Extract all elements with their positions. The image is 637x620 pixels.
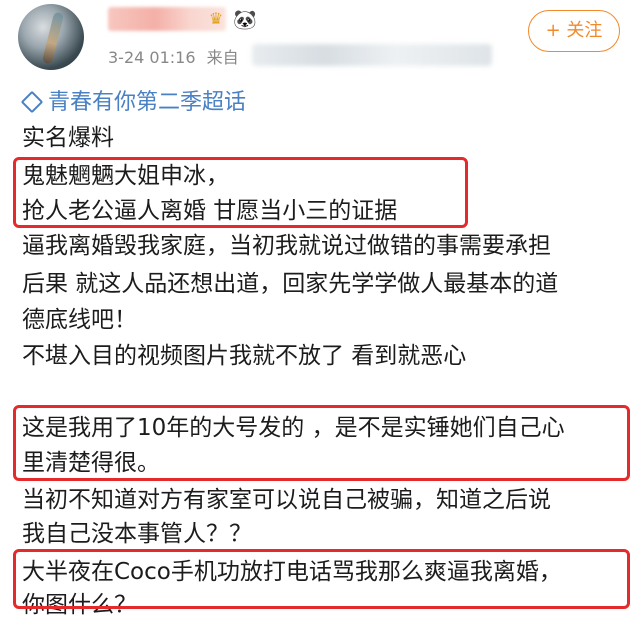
post-text-line: 不堪入目的视频图片我就不放了 看到就恶心: [22, 343, 467, 369]
post-text-line: 德底线吧！: [22, 307, 137, 333]
topic-label: 青春有你第二季超话: [48, 90, 247, 115]
highlight-box: [13, 549, 630, 609]
supertopic-diamond-icon: [20, 90, 44, 113]
post-text-line: 当初不知道对方有家室可以说自己被骗，知道之后说: [22, 487, 551, 513]
avatar-image-detail: [41, 11, 65, 65]
follow-button[interactable]: + 关注: [528, 10, 620, 52]
post-text-line: 我自己没本事管人？？: [22, 521, 252, 547]
post-text-line: 逼我离婚毁我家庭，当初我就说过做错的事需要承担: [22, 233, 551, 259]
highlight-box: [13, 157, 468, 228]
post-text-line: 实名爆料: [22, 125, 114, 151]
user-avatar[interactable]: [18, 4, 84, 70]
crown-badge-icon: ♛: [208, 9, 224, 28]
topic-link[interactable]: 青春有你第二季超话: [20, 88, 246, 118]
post-meta: 3-24 01:16 来自: [108, 44, 239, 68]
post-text-line: 后果 就这人品还想出道，回家先学学做人最基本的道: [22, 271, 559, 297]
panda-badge-icon: 🐼: [233, 9, 257, 31]
post-timestamp: 3-24 01:16: [108, 48, 196, 67]
post-source-blurred: [252, 44, 492, 66]
highlight-box: [13, 405, 630, 481]
post-source-prefix: 来自: [206, 48, 239, 67]
